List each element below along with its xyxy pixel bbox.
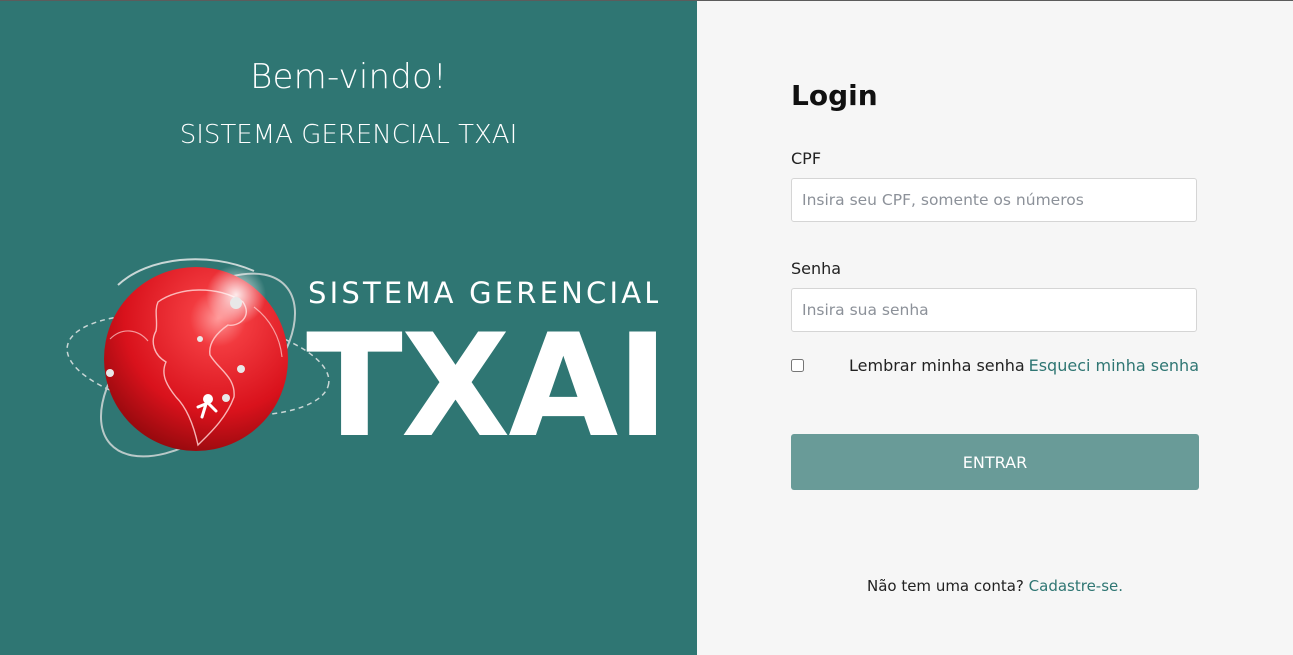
remember-password-label: Lembrar minha senha (849, 356, 1025, 375)
signup-prompt: Não tem uma conta? (866, 577, 1024, 595)
system-name-heading: SISTEMA GERENCIAL TXAI (179, 120, 518, 150)
password-label: Senha (791, 259, 842, 278)
logo-main-text: TXAI (306, 304, 658, 469)
forgot-password-link[interactable]: Esqueci minha senha (1029, 356, 1199, 375)
login-panel: Login CPF Senha Lembrar minha senha Esqu… (697, 1, 1293, 655)
globe-icon (66, 258, 330, 458)
password-input[interactable] (791, 288, 1197, 332)
login-title: Login (791, 79, 878, 112)
cpf-label: CPF (791, 149, 822, 168)
remember-password-checkbox[interactable] (791, 359, 804, 372)
login-submit-button[interactable]: ENTRAR (791, 434, 1199, 490)
signup-link[interactable]: Cadastre-se. (1029, 577, 1123, 595)
welcome-heading: Bem-vindo! (250, 57, 447, 97)
txai-logo: SISTEMA GERENCIAL TXAI (66, 258, 658, 469)
signup-row: Não tem uma conta? Cadastre-se. (791, 577, 1199, 595)
hero-panel: Bem-vindo! SISTEMA GERENCIAL TXAI SISTEM… (0, 1, 697, 655)
cpf-input[interactable] (791, 178, 1197, 222)
